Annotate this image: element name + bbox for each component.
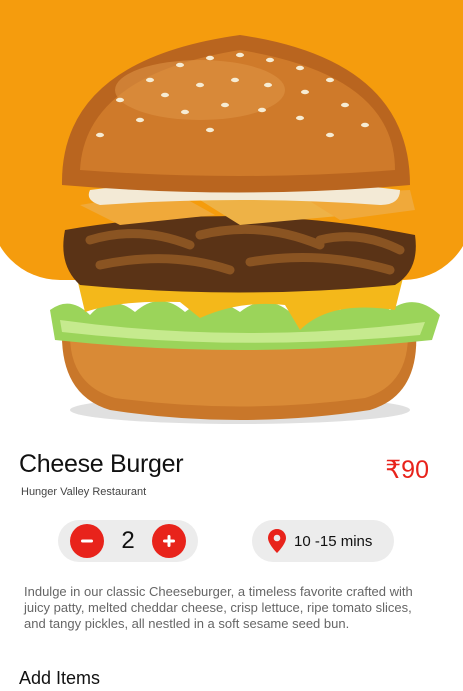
- restaurant-name: Hunger Valley Restaurant: [21, 486, 147, 498]
- hero-section: [0, 0, 463, 432]
- increase-quantity-button[interactable]: [151, 524, 186, 558]
- add-items-heading: Add Items: [19, 668, 101, 688]
- location-pin-icon: [268, 529, 286, 553]
- minus-icon: [81, 539, 93, 543]
- quantity-stepper: 2: [58, 520, 198, 562]
- product-description: Indulge in our classic Cheeseburger, a t…: [24, 584, 413, 631]
- product-price: ₹90: [385, 456, 429, 484]
- delivery-time: 10 -15 mins: [294, 532, 373, 550]
- decrease-quantity-button[interactable]: [70, 524, 104, 558]
- product-name: Cheese Burger: [19, 450, 184, 478]
- burger-image: [50, 35, 440, 424]
- delivery-time-badge: 10 -15 mins: [252, 520, 394, 562]
- quantity-value: 2: [121, 527, 135, 554]
- plus-icon: [162, 535, 175, 547]
